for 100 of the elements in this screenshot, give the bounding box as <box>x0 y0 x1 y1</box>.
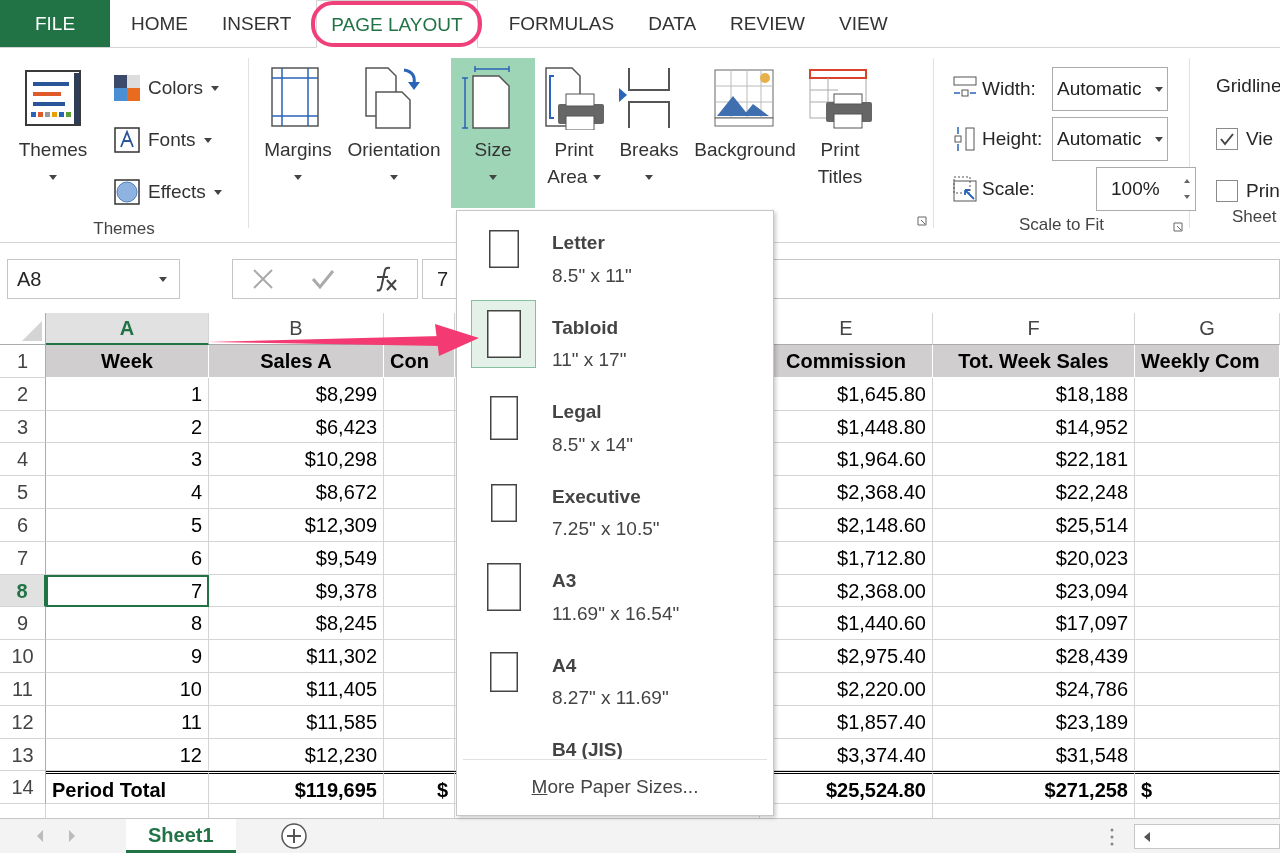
dialog-launcher-icon[interactable] <box>917 216 927 226</box>
table-cell: $24,786 <box>933 672 1135 706</box>
circle-icon <box>114 179 140 205</box>
scroll-right-icon[interactable] <box>68 829 76 844</box>
font-letter-icon <box>114 127 140 153</box>
table-cell: $11,585 <box>209 705 384 739</box>
field-label: Width: <box>982 76 1037 101</box>
name-box[interactable]: A8 <box>7 259 180 299</box>
dialog-launcher-icon[interactable] <box>1173 222 1183 232</box>
table-cell: $10,298 <box>209 443 384 477</box>
spin-arrows-icon <box>1183 177 1191 201</box>
table-cell <box>384 738 455 772</box>
table-cell <box>384 640 455 673</box>
table-cell <box>384 607 455 641</box>
table-cell <box>384 443 455 477</box>
menu-item[interactable]: Tabloid 11" x 17" <box>457 299 773 384</box>
ribbon-button[interactable]: Margins <box>259 58 337 196</box>
table-cell: 1 <box>46 377 209 411</box>
table-cell: 11 <box>46 705 209 739</box>
table-cell: $28,439 <box>933 640 1135 673</box>
table-cell: Weekly Com <box>1135 345 1280 378</box>
table-cell: $14,952 <box>933 410 1135 444</box>
group-label: Scale to Fit <box>1018 215 1104 234</box>
row-header[interactable]: 5 <box>0 476 46 509</box>
table-cell <box>384 672 455 706</box>
table-cell: $9,549 <box>209 541 384 575</box>
ribbon-button[interactable]: Size <box>451 58 535 208</box>
check-icon[interactable] <box>310 267 336 291</box>
menu-item[interactable]: Executive 7.25" x 10.5" <box>457 468 773 553</box>
dropdown-field[interactable]: Automatic <box>1052 117 1168 161</box>
group-label: Themes <box>93 219 155 238</box>
table-cell: 8 <box>46 607 209 641</box>
row-header[interactable]: 11 <box>0 672 46 706</box>
checkbox[interactable]: Prin <box>1216 177 1280 206</box>
table-cell: Tot. Week Sales <box>933 345 1135 378</box>
table-cell: $17,097 <box>933 607 1135 641</box>
table-cell: 3 <box>46 443 209 477</box>
row-header[interactable]: 13 <box>0 738 46 772</box>
menu-item[interactable]: A3 11.69" x 16.54" <box>457 553 773 638</box>
ribbon-button[interactable]: Colors <box>114 62 222 114</box>
column-header[interactable]: A <box>46 313 209 345</box>
table-cell: 4 <box>46 476 209 509</box>
table-cell: $18,188 <box>933 377 1135 411</box>
page-icon <box>489 396 518 440</box>
sheet-tab[interactable]: Sheet1 <box>126 819 236 853</box>
table-cell: $8,245 <box>209 607 384 641</box>
field-label: Scale: <box>982 176 1036 201</box>
checkbox[interactable]: Vie <box>1216 124 1274 153</box>
table-cell: 2 <box>46 410 209 444</box>
table-cell: $11,405 <box>209 672 384 706</box>
row-header[interactable]: 10 <box>0 640 46 673</box>
ribbon-button[interactable]: Print Titles <box>805 58 875 196</box>
table-cell <box>384 377 455 411</box>
caret-icon <box>1155 136 1163 142</box>
table-cell <box>384 541 455 575</box>
scroll-left-icon[interactable] <box>36 829 44 844</box>
table-cell: $271,258 <box>933 771 1135 805</box>
scroll-left-icon <box>1144 832 1150 843</box>
table-cell: $12,230 <box>209 738 384 772</box>
table-cell: 7 <box>46 574 209 608</box>
select-all-icon[interactable] <box>22 321 42 341</box>
ribbon-button[interactable]: Effects <box>114 166 222 218</box>
table-cell <box>384 705 455 739</box>
menu-item[interactable]: Legal 8.5" x 14" <box>457 384 773 469</box>
palette-icon <box>114 75 140 101</box>
themes-button[interactable]: Themes <box>0 58 106 196</box>
column-header[interactable]: F <box>933 313 1135 345</box>
print-titles-icon <box>808 66 872 130</box>
row-header[interactable]: 7 <box>0 541 46 575</box>
column-heading: Gridline <box>1216 74 1280 98</box>
dropdown-field[interactable]: Automatic <box>1052 67 1168 111</box>
cancel-icon[interactable] <box>250 267 275 291</box>
table-cell: 6 <box>46 541 209 575</box>
splitter-handle-icon[interactable] <box>1110 827 1114 848</box>
horizontal-scrollbar[interactable] <box>1134 824 1280 850</box>
table-cell: $20,023 <box>933 541 1135 575</box>
row-header[interactable]: 6 <box>0 509 46 542</box>
add-sheet-icon[interactable] <box>279 822 308 851</box>
menu-item[interactable]: Letter 8.5" x 11" <box>457 215 773 300</box>
table-cell: 9 <box>46 640 209 673</box>
table-cell: $23,094 <box>933 574 1135 608</box>
row-header[interactable]: 9 <box>0 607 46 641</box>
row-header[interactable]: 12 <box>0 705 46 739</box>
row-header[interactable]: 4 <box>0 443 46 477</box>
ribbon-button[interactable]: Fonts <box>114 114 222 166</box>
menu-item[interactable]: A4 8.27" x 11.69" <box>457 637 773 722</box>
ribbon-button[interactable]: Background <box>689 58 801 169</box>
row-header[interactable]: 14 <box>0 771 46 805</box>
row-header[interactable]: 3 <box>0 410 46 444</box>
table-cell: $31,548 <box>933 738 1135 772</box>
spin-field[interactable]: 100% <box>1096 167 1196 211</box>
ribbon-button[interactable]: Print Area <box>539 58 609 196</box>
row-header[interactable]: 8 <box>0 574 46 608</box>
ribbon-button[interactable]: Orientation <box>341 58 447 196</box>
table-cell: $119,695 <box>209 771 384 805</box>
ribbon-button[interactable]: Breaks <box>613 58 685 196</box>
table-cell: $12,309 <box>209 509 384 542</box>
row-header[interactable]: 2 <box>0 377 46 411</box>
column-header[interactable]: G <box>1135 313 1280 345</box>
file-tab[interactable]: FILE <box>0 0 110 47</box>
